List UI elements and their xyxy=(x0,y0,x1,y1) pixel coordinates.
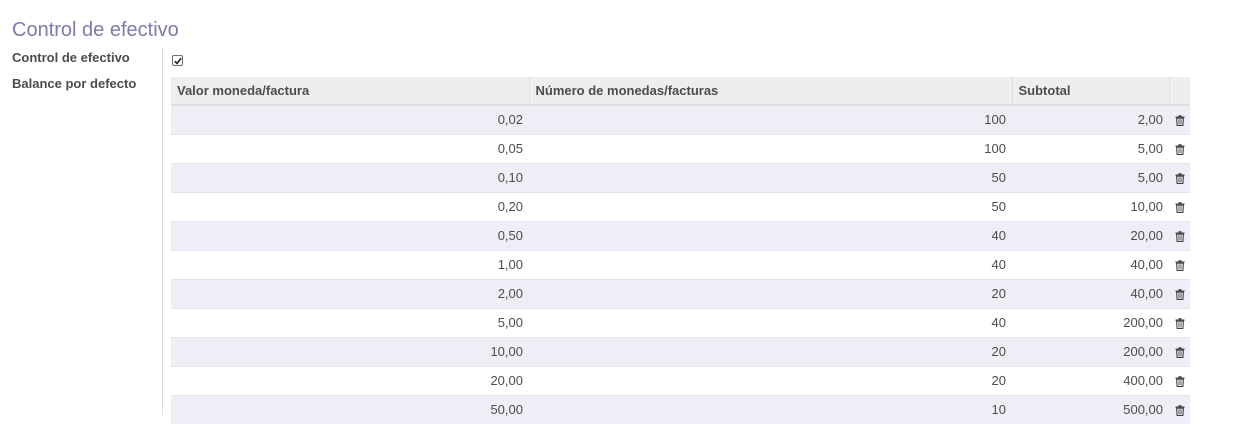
cash-control-checkbox[interactable] xyxy=(172,55,183,66)
table-header-row: Valor moneda/factura Número de monedas/f… xyxy=(171,77,1190,106)
trash-icon[interactable] xyxy=(1175,144,1185,156)
cell-subtotal[interactable]: 5,00 xyxy=(1012,133,1169,163)
trash-icon[interactable] xyxy=(1175,260,1185,272)
delete-row-button[interactable] xyxy=(1169,365,1190,395)
delete-row-button[interactable] xyxy=(1169,307,1190,337)
column-header-actions xyxy=(1169,77,1190,106)
delete-row-button[interactable] xyxy=(1169,249,1190,279)
cell-count[interactable]: 40 xyxy=(529,307,1012,337)
table-row[interactable]: 0,10 50 5,00 xyxy=(171,162,1190,192)
cell-value[interactable]: 0,10 xyxy=(171,162,529,192)
table-row[interactable]: 20,00 20 400,00 xyxy=(171,365,1190,395)
delete-row-button[interactable] xyxy=(1169,278,1190,308)
column-header-count[interactable]: Número de monedas/facturas xyxy=(529,77,1013,106)
cell-value[interactable]: 10,00 xyxy=(171,336,529,366)
table-row[interactable]: 10,00 20 200,00 xyxy=(171,336,1190,366)
table-row[interactable]: 0,02 100 2,00 xyxy=(171,104,1190,134)
delete-row-button[interactable] xyxy=(1169,133,1190,163)
table-row[interactable]: 0,05 100 5,00 xyxy=(171,133,1190,163)
delete-row-button[interactable] xyxy=(1169,191,1190,221)
cell-subtotal[interactable]: 5,00 xyxy=(1012,162,1169,192)
cell-count[interactable]: 50 xyxy=(529,191,1012,221)
cell-subtotal[interactable]: 400,00 xyxy=(1012,365,1169,395)
cell-value[interactable]: 0,02 xyxy=(171,104,529,134)
cell-subtotal[interactable]: 40,00 xyxy=(1012,278,1169,308)
cell-subtotal[interactable]: 20,00 xyxy=(1012,220,1169,250)
column-header-value[interactable]: Valor moneda/factura xyxy=(171,77,530,106)
trash-icon[interactable] xyxy=(1175,115,1185,127)
trash-icon[interactable] xyxy=(1175,231,1185,243)
trash-icon[interactable] xyxy=(1175,202,1185,214)
table-row[interactable]: 2,00 20 40,00 xyxy=(171,278,1190,308)
trash-icon[interactable] xyxy=(1175,347,1185,359)
cell-value[interactable]: 0,20 xyxy=(171,191,529,221)
table-row[interactable]: 0,20 50 10,00 xyxy=(171,191,1190,221)
cash-control-label: Control de efectivo xyxy=(12,50,130,65)
cell-count[interactable]: 40 xyxy=(529,220,1012,250)
cell-value[interactable]: 1,00 xyxy=(171,249,529,279)
cell-count[interactable]: 50 xyxy=(529,162,1012,192)
cell-value[interactable]: 2,00 xyxy=(171,278,529,308)
cell-subtotal[interactable]: 10,00 xyxy=(1012,191,1169,221)
cell-subtotal[interactable]: 40,00 xyxy=(1012,249,1169,279)
checkmark-icon xyxy=(174,57,182,65)
delete-row-button[interactable] xyxy=(1169,162,1190,192)
cell-count[interactable]: 10 xyxy=(529,394,1012,424)
cell-value[interactable]: 5,00 xyxy=(171,307,529,337)
cell-count[interactable]: 100 xyxy=(529,104,1012,134)
cell-count[interactable]: 100 xyxy=(529,133,1012,163)
trash-icon[interactable] xyxy=(1175,318,1185,330)
delete-row-button[interactable] xyxy=(1169,336,1190,366)
default-balance-label: Balance por defecto xyxy=(12,76,137,91)
cashbox-lines-table: Valor moneda/factura Número de monedas/f… xyxy=(171,77,1190,424)
table-row[interactable]: 50,00 10 500,00 xyxy=(171,394,1190,424)
trash-icon[interactable] xyxy=(1175,376,1185,388)
trash-icon[interactable] xyxy=(1175,173,1185,185)
table-row[interactable]: 5,00 40 200,00 xyxy=(171,307,1190,337)
table-row[interactable]: 0,50 40 20,00 xyxy=(171,220,1190,250)
delete-row-button[interactable] xyxy=(1169,220,1190,250)
section-title: Control de efectivo xyxy=(12,19,179,41)
delete-row-button[interactable] xyxy=(1169,104,1190,134)
trash-icon[interactable] xyxy=(1175,289,1185,301)
cell-count[interactable]: 20 xyxy=(529,365,1012,395)
cell-value[interactable]: 50,00 xyxy=(171,394,529,424)
cell-value[interactable]: 0,05 xyxy=(171,133,529,163)
label-separator xyxy=(162,48,163,415)
delete-row-button[interactable] xyxy=(1169,394,1190,424)
column-header-subtotal[interactable]: Subtotal xyxy=(1012,77,1170,106)
cell-subtotal[interactable]: 200,00 xyxy=(1012,336,1169,366)
cell-subtotal[interactable]: 500,00 xyxy=(1012,394,1169,424)
cell-value[interactable]: 0,50 xyxy=(171,220,529,250)
cell-value[interactable]: 20,00 xyxy=(171,365,529,395)
cell-count[interactable]: 20 xyxy=(529,336,1012,366)
cell-count[interactable]: 20 xyxy=(529,278,1012,308)
cell-count[interactable]: 40 xyxy=(529,249,1012,279)
cell-subtotal[interactable]: 2,00 xyxy=(1012,104,1169,134)
cell-subtotal[interactable]: 200,00 xyxy=(1012,307,1169,337)
table-row[interactable]: 1,00 40 40,00 xyxy=(171,249,1190,279)
